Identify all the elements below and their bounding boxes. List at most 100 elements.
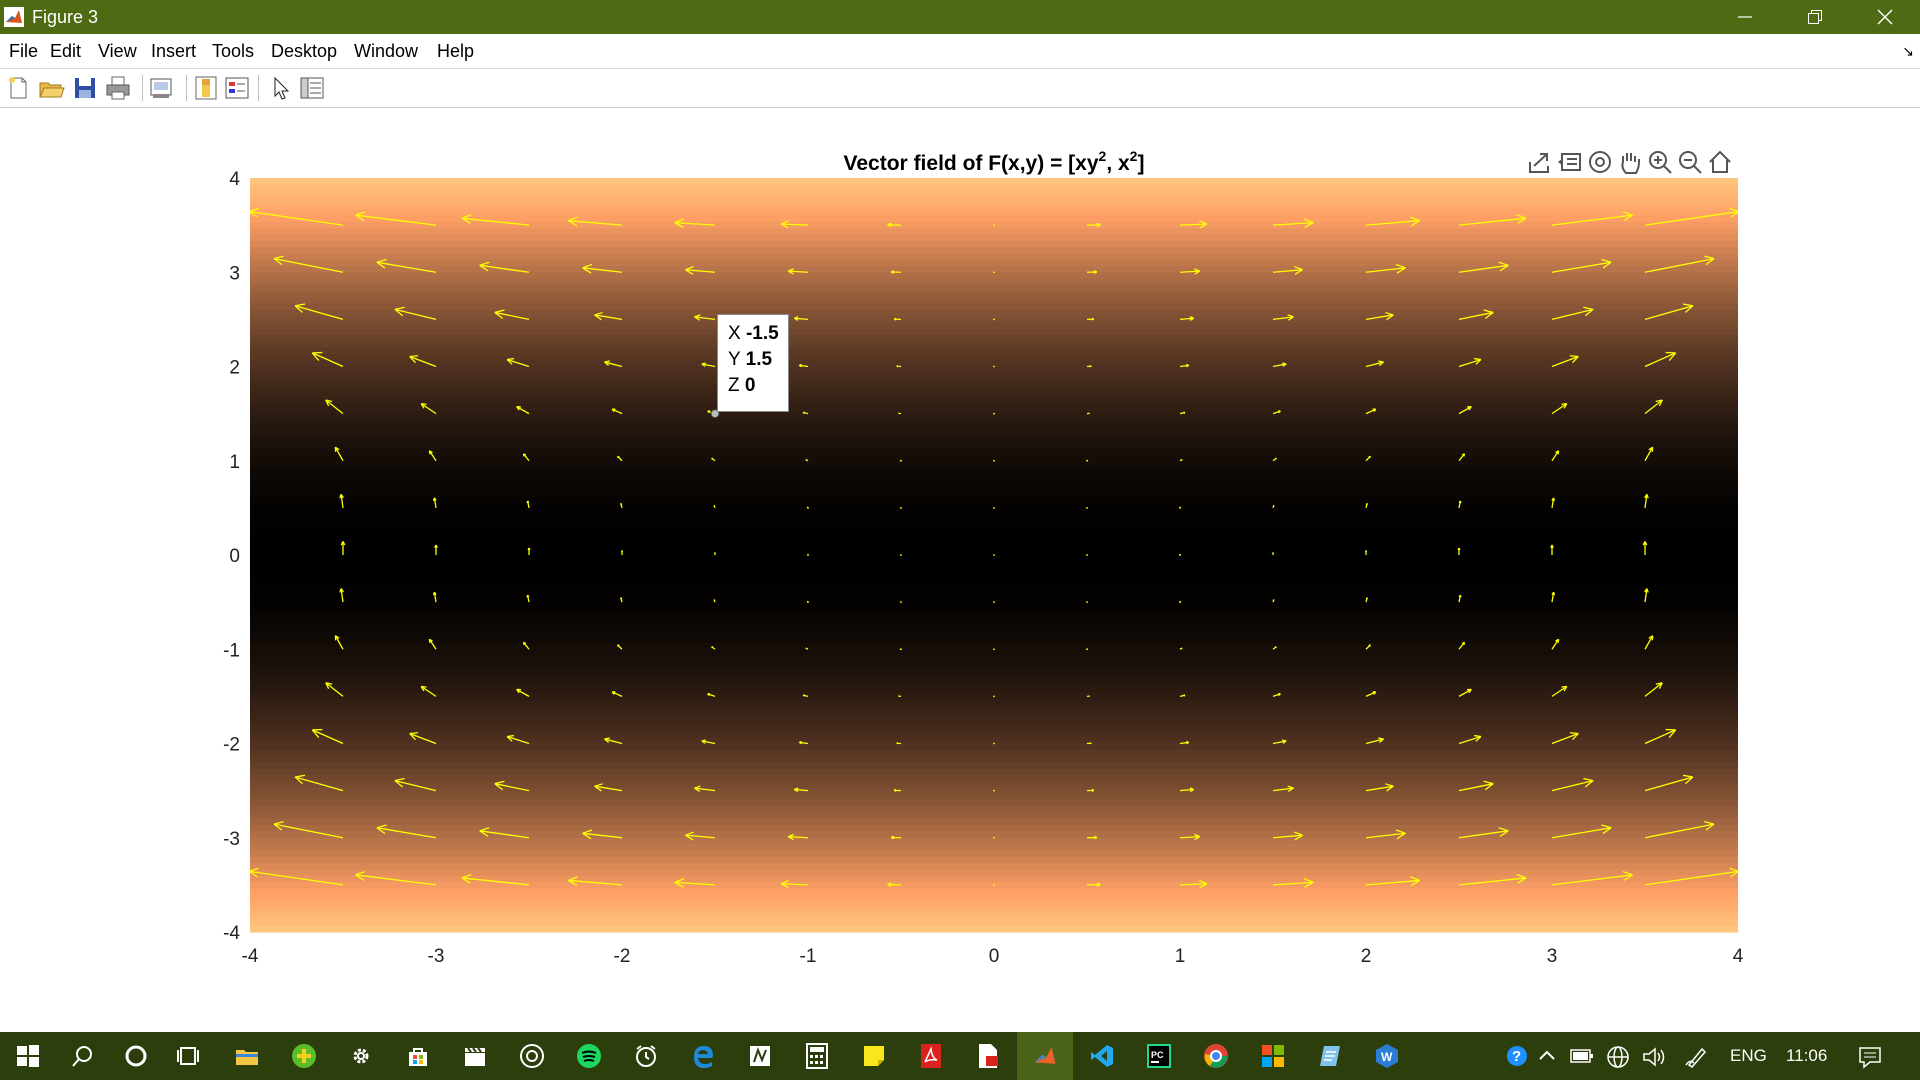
menu-tools[interactable]: Tools	[212, 41, 254, 62]
zoom-in-icon[interactable]	[1646, 148, 1674, 176]
quiver-arrow	[898, 412, 902, 415]
x-tick-label: 2	[1361, 946, 1372, 967]
insert-legend-icon[interactable]	[223, 74, 251, 102]
word-app-button[interactable]: W	[1359, 1032, 1415, 1080]
open-file-icon[interactable]	[37, 74, 65, 102]
export-icon[interactable]	[1526, 148, 1554, 176]
save-icon[interactable]	[71, 74, 99, 102]
x-tick-label: 0	[989, 946, 1000, 967]
quiver-arrow	[1086, 506, 1088, 509]
home-icon[interactable]	[1706, 148, 1734, 176]
menu-edit[interactable]: Edit	[50, 41, 81, 62]
calculator-button[interactable]	[789, 1032, 845, 1080]
edge-button[interactable]	[675, 1032, 731, 1080]
surface-band	[250, 555, 1738, 562]
surface-band	[250, 668, 1738, 675]
menu-desktop[interactable]: Desktop	[271, 41, 337, 62]
input-language[interactable]: ENG	[1730, 1046, 1767, 1066]
pen-icon[interactable]	[1684, 1045, 1708, 1069]
insert-colorbar-icon[interactable]	[192, 74, 220, 102]
surface-band	[250, 473, 1738, 481]
property-inspector-icon[interactable]	[298, 74, 326, 102]
office-button[interactable]	[1245, 1032, 1301, 1080]
surface-band	[250, 655, 1738, 663]
help-icon[interactable]: ?	[1506, 1045, 1528, 1067]
notifications-icon[interactable]	[1858, 1045, 1882, 1069]
menu-view[interactable]: View	[98, 41, 137, 62]
quiver-arrow	[1086, 601, 1088, 604]
surface-band	[250, 372, 1738, 380]
alarms-button[interactable]	[618, 1032, 674, 1080]
menu-window[interactable]: Window	[354, 41, 418, 62]
datatip[interactable]: X -1.5 Y 1.5 Z 0	[717, 314, 789, 412]
surface-band	[250, 347, 1738, 355]
surface-band	[250, 743, 1738, 751]
quiver-arrow	[993, 412, 995, 415]
surface-band	[250, 278, 1738, 286]
clock-time[interactable]: 11:06	[1786, 1046, 1827, 1066]
rotate-icon[interactable]	[1586, 148, 1614, 176]
media-button[interactable]	[504, 1032, 560, 1080]
vscode-button[interactable]	[1074, 1032, 1130, 1080]
vector-field-plot[interactable]: -4 -3 -2 -1 0 1 2 3 4 4 3 2 1 0 -1 -2 -3 -4 Vector field …	[0, 108, 1920, 1032]
edit-plot-icon[interactable]	[266, 74, 294, 102]
print-icon[interactable]	[104, 74, 132, 102]
onenote-button[interactable]	[732, 1032, 788, 1080]
pan-icon[interactable]	[1616, 148, 1644, 176]
surface-band	[250, 680, 1738, 688]
matlab-taskbar-button[interactable]	[1017, 1032, 1073, 1080]
surface-band	[250, 178, 1738, 185]
quiver-arrow	[993, 648, 995, 651]
quiver-arrow	[1272, 599, 1275, 603]
svg-text:?: ?	[1512, 1048, 1521, 1065]
minimize-button[interactable]	[1710, 0, 1780, 34]
quiver-arrow	[993, 506, 995, 509]
surface-band	[250, 303, 1738, 311]
menu-help[interactable]: Help	[437, 41, 474, 62]
sticky-notes-button[interactable]	[846, 1032, 902, 1080]
network-icon[interactable]	[1606, 1045, 1630, 1069]
acrobat-button[interactable]	[903, 1032, 959, 1080]
y-tick-label: 4	[229, 169, 240, 190]
battery-icon[interactable]	[1570, 1048, 1594, 1064]
cortana-button[interactable]	[108, 1032, 164, 1080]
file-explorer-button[interactable]	[219, 1032, 275, 1080]
settings-button[interactable]	[333, 1032, 389, 1080]
pdf-tool-button[interactable]	[960, 1032, 1016, 1080]
menu-insert[interactable]: Insert	[151, 41, 196, 62]
video-editor-button[interactable]	[447, 1032, 503, 1080]
close-button[interactable]	[1850, 0, 1920, 34]
volume-icon[interactable]	[1642, 1046, 1668, 1068]
y-tick-label: -4	[223, 923, 240, 944]
menu-file[interactable]: File	[9, 41, 38, 62]
pycharm-button[interactable]: PC	[1131, 1032, 1187, 1080]
chrome-button[interactable]	[1188, 1032, 1244, 1080]
spotify-button[interactable]	[561, 1032, 617, 1080]
app-plus-button[interactable]	[276, 1032, 332, 1080]
task-view-button[interactable]	[160, 1032, 216, 1080]
search-button[interactable]	[54, 1032, 110, 1080]
close-icon	[1877, 9, 1893, 25]
brush-icon[interactable]	[1556, 148, 1584, 176]
link-plot-icon[interactable]	[147, 74, 175, 102]
new-figure-icon[interactable]	[4, 74, 32, 102]
surface-band	[250, 812, 1738, 820]
start-button[interactable]	[0, 1032, 56, 1080]
surface-band	[250, 837, 1738, 845]
surface-band	[250, 542, 1738, 550]
datatip-x-label: X	[728, 323, 741, 344]
store-button[interactable]	[390, 1032, 446, 1080]
dock-figure-button[interactable]: ↘	[1902, 43, 1914, 60]
svg-text:PC: PC	[1151, 1050, 1164, 1060]
quiver-arrow	[714, 552, 716, 555]
surface-band	[250, 850, 1738, 858]
surface-band	[250, 818, 1738, 826]
chevron-up-icon[interactable]	[1538, 1048, 1556, 1062]
y-tick-label: 0	[229, 546, 240, 567]
surface-band	[250, 511, 1738, 518]
restore-button[interactable]	[1780, 0, 1850, 34]
notes-app-button[interactable]	[1302, 1032, 1358, 1080]
surface-band	[250, 630, 1738, 638]
quiver-arrow	[993, 554, 995, 556]
zoom-out-icon[interactable]	[1676, 148, 1704, 176]
